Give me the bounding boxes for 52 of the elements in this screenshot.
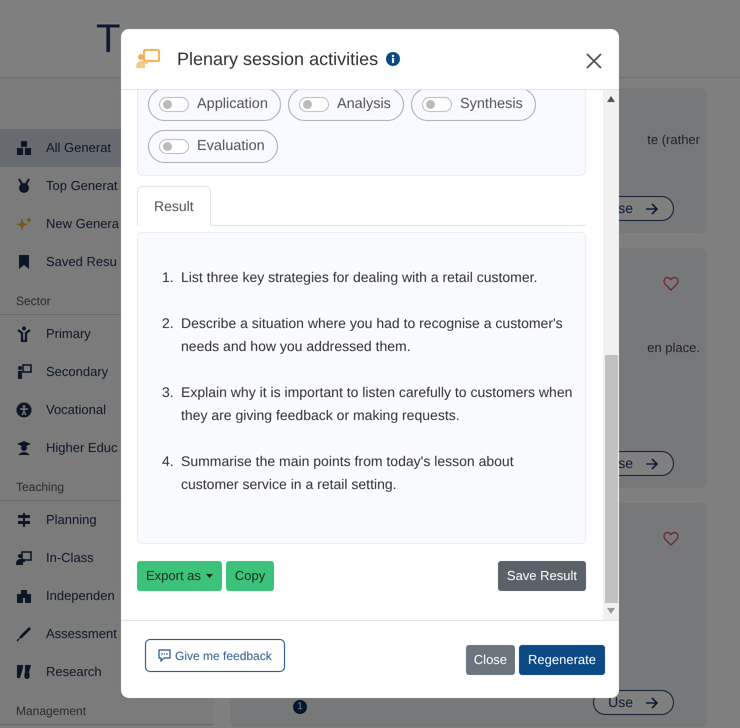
scrollbar-thumb[interactable]: [604, 355, 618, 603]
blocks-icon: [16, 140, 32, 156]
arrow-right-icon: [645, 696, 659, 708]
save-result-button[interactable]: Save Result: [498, 561, 586, 591]
toggle-switch[interactable]: [159, 97, 189, 112]
card-text: en place.: [647, 339, 701, 357]
toggle-switch[interactable]: [422, 97, 452, 112]
toggle-switch[interactable]: [159, 139, 189, 154]
list-number: 3.: [162, 383, 175, 402]
graduate-icon: [16, 440, 32, 456]
scroll-up-arrow-icon[interactable]: [607, 96, 615, 102]
option-toggle[interactable]: Synthesis: [410, 90, 536, 121]
card-text: te (rather: [647, 131, 701, 149]
scrollbar[interactable]: [603, 90, 619, 620]
medal-icon: [16, 178, 32, 194]
feedback-button[interactable]: Give me feedback: [145, 639, 285, 672]
list-item: Describe a situation where you had to recognise a customer's needs and how you addressed them.: [181, 314, 564, 356]
toggle-switch[interactable]: [298, 97, 329, 112]
child-icon: [16, 326, 32, 342]
modal-title: Plenary session activities: [177, 48, 378, 71]
regenerate-button[interactable]: Regenerate: [519, 644, 605, 674]
signpost-icon: [16, 512, 32, 528]
arrow-right-icon: [645, 458, 659, 470]
chat-icon: [158, 649, 171, 662]
close-dialog-button[interactable]: Close: [466, 644, 516, 674]
pen-icon: [16, 626, 32, 642]
option-toggle[interactable]: Application: [148, 90, 281, 121]
heart-icon[interactable]: [663, 531, 679, 546]
logo-text: T: [96, 18, 120, 58]
caret-icon: [206, 574, 213, 578]
presenter-icon: [136, 49, 160, 69]
arrow-right-icon: [645, 202, 659, 214]
bookmark-icon: [16, 254, 32, 270]
sparkle-icon: [16, 216, 32, 232]
list-number: 2.: [162, 314, 175, 333]
teacher-board-icon: [16, 364, 32, 380]
tab[interactable]: Result: [137, 186, 211, 226]
option-toggle[interactable]: Evaluation: [148, 130, 278, 163]
heart-icon[interactable]: [663, 276, 679, 291]
use-button[interactable]: Use: [593, 690, 674, 715]
info-icon[interactable]: [386, 52, 400, 66]
presenter-board-icon: [16, 550, 32, 566]
copy-button[interactable]: Copy: [226, 561, 274, 591]
count-badge: 1: [293, 700, 307, 714]
accessibility-icon: [16, 402, 32, 418]
export-dropdown-button[interactable]: Export as: [137, 561, 222, 591]
flask-icon: [16, 664, 32, 680]
sidebar-item[interactable]: Planning: [0, 501, 213, 539]
list-item: Explain why it is important to listen carefully to customers when they are giving feedback or making requests.: [181, 383, 573, 425]
building-icon: [16, 588, 32, 604]
option-toggle[interactable]: Analysis: [288, 90, 404, 121]
scroll-down-arrow-icon[interactable]: [607, 608, 615, 614]
